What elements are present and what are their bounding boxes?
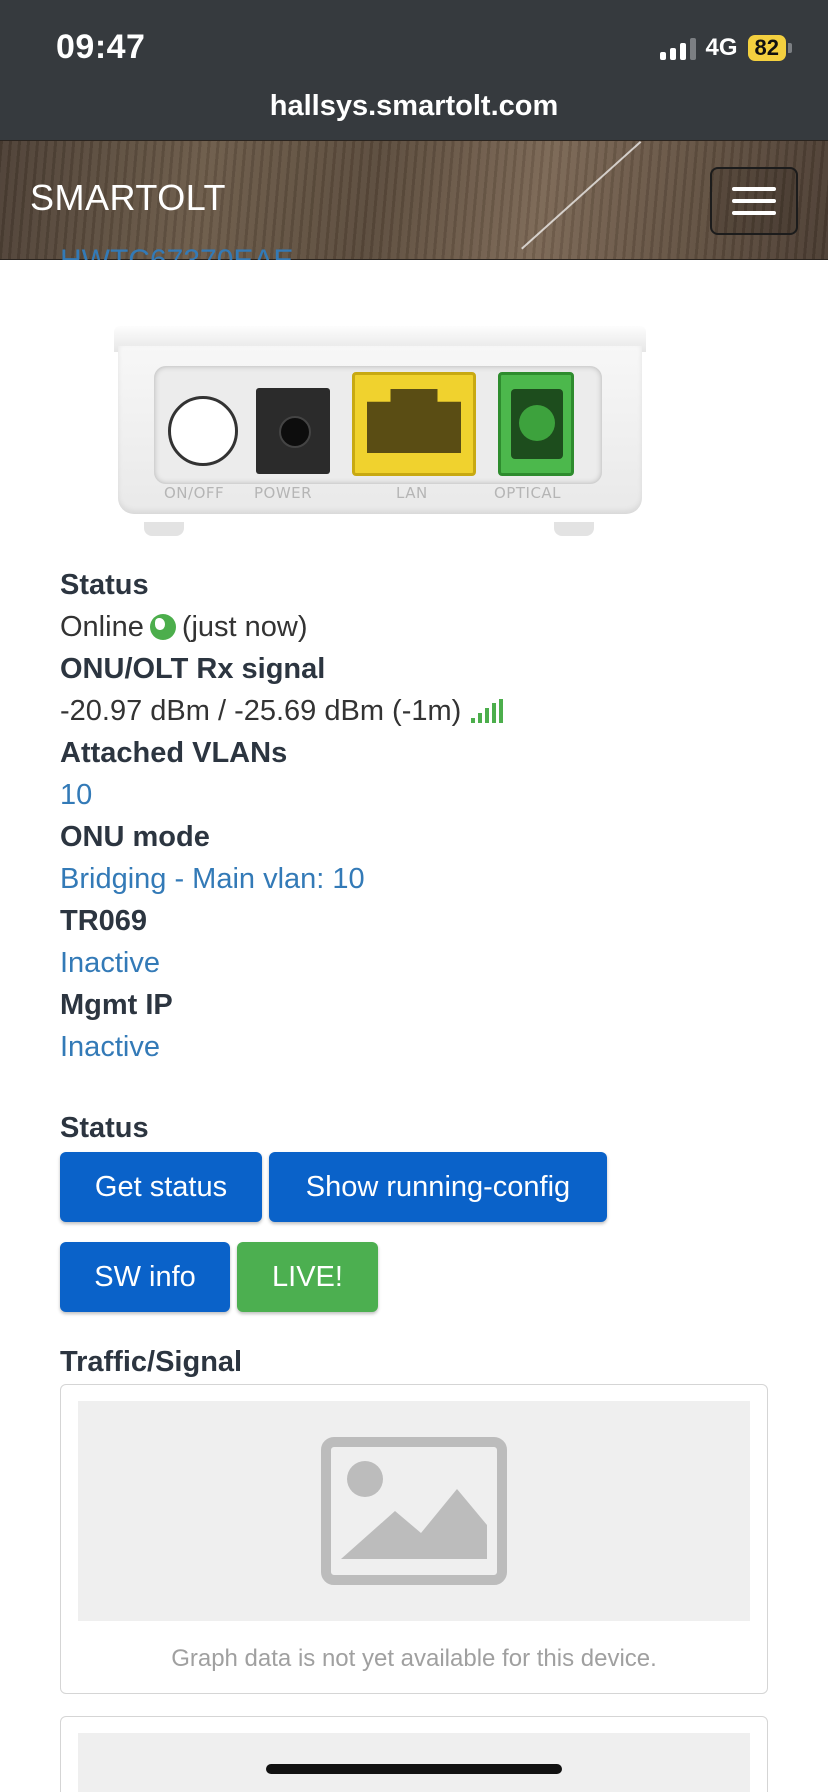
signal-value: -20.97 dBm / -25.69 dBm (-1m) (60, 690, 504, 732)
tr069-link[interactable]: Inactive (60, 942, 503, 984)
lan-port (352, 372, 476, 476)
status-time: (just now) (181, 611, 308, 643)
tr069-label: TR069 (60, 905, 148, 937)
onoff-port (168, 396, 238, 466)
port-label-lan: LAN (396, 484, 428, 502)
hamburger-icon[interactable] (710, 167, 798, 235)
browser-status-bar: 09:47 4G 82 hallsys.smartolt.com (0, 0, 828, 140)
signal-label: ONU/OLT Rx signal (60, 653, 326, 685)
onu-details: Status Online (just now) ONU/OLT Rx sign… (60, 564, 504, 1068)
brand-logo[interactable]: SMARTOLT (30, 177, 226, 219)
globe-icon (149, 614, 176, 640)
mode-link[interactable]: Bridging - Main vlan: 10 (60, 858, 503, 900)
graph-placeholder (78, 1401, 750, 1621)
second-graph-panel (60, 1716, 768, 1792)
status-text: Online (60, 611, 144, 643)
url-bar[interactable]: hallsys.smartolt.com (0, 90, 828, 123)
port-label-power: POWER (254, 484, 313, 502)
clock: 09:47 (56, 28, 146, 66)
signal-bars-icon (659, 36, 696, 60)
vlans-link[interactable]: 10 (60, 774, 503, 816)
traffic-title: Traffic/Signal (60, 1346, 243, 1378)
port-label-onoff: ON/OFF (164, 484, 225, 502)
onu-device-image: ON/OFF POWER LAN OPTICAL (114, 326, 646, 536)
graph-placeholder-2 (78, 1733, 750, 1792)
system-indicators: 4G 82 (659, 34, 792, 62)
mgmt-ip-link[interactable]: Inactive (60, 1026, 503, 1068)
status-value: Online (just now) (60, 606, 503, 648)
show-running-config-button[interactable]: Show running-config (269, 1152, 607, 1222)
battery-level: 82 (747, 35, 786, 61)
home-indicator[interactable] (266, 1764, 562, 1774)
signal-text: -20.97 dBm / -25.69 dBm (-1m) (60, 695, 462, 727)
image-placeholder-icon (321, 1437, 507, 1585)
vlans-label: Attached VLANs (60, 737, 288, 769)
live-button[interactable]: LIVE! (237, 1242, 378, 1312)
battery-icon: 82 (747, 35, 792, 61)
graph-unavailable-note: Graph data is not yet available for this… (171, 1645, 657, 1672)
network-type: 4G (705, 34, 738, 61)
traffic-graph-panel: Graph data is not yet available for this… (60, 1384, 768, 1694)
app-navbar: SMARTOLT (0, 140, 828, 260)
power-port (256, 388, 330, 474)
status-label: Status (60, 569, 149, 601)
port-label-optical: OPTICAL (494, 484, 562, 502)
sw-info-button[interactable]: SW info (60, 1242, 230, 1312)
mgmt-ip-label: Mgmt IP (60, 989, 173, 1021)
actions-title: Status (60, 1112, 149, 1144)
optical-port (498, 372, 574, 476)
mode-label: ONU mode (60, 821, 210, 853)
signal-strength-icon (471, 699, 504, 723)
get-status-button[interactable]: Get status (60, 1152, 262, 1222)
